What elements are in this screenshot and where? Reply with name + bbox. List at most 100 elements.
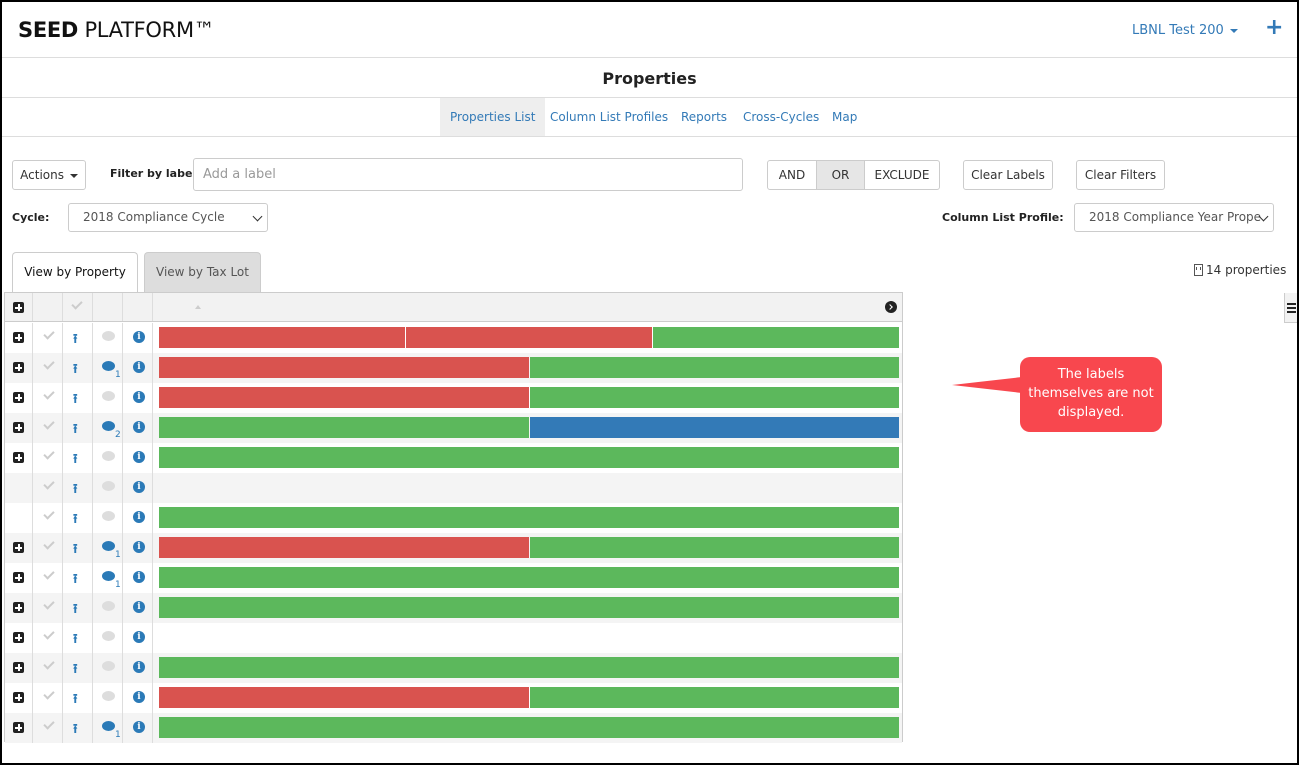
tab-column-list-profiles[interactable]: Column List Profiles: [540, 98, 678, 136]
notes-icon[interactable]: [102, 331, 115, 341]
label-filter-input[interactable]: Add a label: [193, 158, 743, 191]
hierarchy-icon[interactable]: ⭱: [73, 600, 78, 622]
hierarchy-icon[interactable]: ⭱: [73, 360, 78, 382]
table-row[interactable]: ⭱ i: [5, 653, 902, 683]
notes-icon[interactable]: [102, 541, 115, 551]
expand-row-icon[interactable]: [13, 422, 24, 433]
info-icon[interactable]: i: [133, 541, 145, 553]
column-profile-select[interactable]: 2018 Compliance Year Prope: [1074, 203, 1274, 232]
hierarchy-icon[interactable]: ⭱: [73, 480, 78, 502]
label-bar-green[interactable]: [159, 447, 899, 468]
clear-labels-button[interactable]: Clear Labels: [963, 160, 1053, 190]
label-bar-green[interactable]: [529, 537, 899, 558]
tab-reports[interactable]: Reports: [671, 98, 737, 136]
info-icon[interactable]: i: [133, 421, 145, 433]
exclude-button[interactable]: EXCLUDE: [865, 161, 939, 189]
label-bar-green[interactable]: [159, 567, 899, 588]
hierarchy-icon[interactable]: ⭱: [73, 420, 78, 442]
label-bar-red[interactable]: [159, 387, 529, 408]
table-row[interactable]: ⭱ i: [5, 623, 902, 653]
notes-icon[interactable]: [102, 451, 115, 461]
table-row[interactable]: ⭱ 1 i: [5, 353, 902, 383]
label-bar-green[interactable]: [159, 717, 899, 738]
table-row[interactable]: ⭱ i: [5, 473, 902, 503]
expand-all-icon[interactable]: [13, 302, 24, 313]
info-icon[interactable]: i: [133, 571, 145, 583]
hierarchy-icon[interactable]: ⭱: [73, 720, 78, 742]
info-icon[interactable]: i: [133, 691, 145, 703]
info-icon[interactable]: i: [133, 631, 145, 643]
expand-row-icon[interactable]: [13, 632, 24, 643]
notes-icon[interactable]: [102, 661, 115, 671]
label-bar-green[interactable]: [653, 327, 899, 348]
hierarchy-icon[interactable]: ⭱: [73, 510, 78, 532]
table-row[interactable]: ⭱ 1 i: [5, 563, 902, 593]
hierarchy-icon[interactable]: ⭱: [73, 630, 78, 652]
info-icon[interactable]: i: [133, 451, 145, 463]
and-button[interactable]: AND: [768, 161, 817, 189]
info-icon[interactable]: i: [133, 481, 145, 493]
notes-icon[interactable]: [102, 691, 115, 701]
table-row[interactable]: ⭱ i: [5, 323, 902, 353]
table-row[interactable]: ⭱ i: [5, 443, 902, 473]
expand-row-icon[interactable]: [13, 332, 24, 343]
expand-row-icon[interactable]: [13, 602, 24, 613]
tab-properties-list[interactable]: Properties List: [440, 98, 546, 136]
info-icon[interactable]: i: [133, 391, 145, 403]
tab-cross-cycles[interactable]: Cross-Cycles: [733, 98, 829, 136]
label-bar-green[interactable]: [159, 597, 899, 618]
notes-icon[interactable]: [102, 601, 115, 611]
info-icon[interactable]: i: [133, 721, 145, 733]
label-bar-red[interactable]: [159, 357, 529, 378]
info-icon[interactable]: i: [133, 331, 145, 343]
label-bar-green[interactable]: [159, 417, 529, 438]
hierarchy-icon[interactable]: ⭱: [73, 330, 78, 352]
hierarchy-icon[interactable]: ⭱: [73, 390, 78, 412]
hierarchy-icon[interactable]: ⭱: [73, 690, 78, 712]
notes-icon[interactable]: [102, 391, 115, 401]
expand-row-icon[interactable]: [13, 542, 24, 553]
table-row[interactable]: ⭱ 1 i: [5, 533, 902, 563]
cycle-select[interactable]: 2018 Compliance Cycle: [68, 203, 268, 232]
info-icon[interactable]: i: [133, 601, 145, 613]
table-row[interactable]: ⭱ i: [5, 593, 902, 623]
notes-icon[interactable]: [102, 421, 115, 431]
or-button[interactable]: OR: [817, 161, 865, 189]
hierarchy-icon[interactable]: ⭱: [73, 540, 78, 562]
info-icon[interactable]: i: [133, 661, 145, 673]
label-bar-red[interactable]: [159, 687, 529, 708]
tab-view-by-property[interactable]: View by Property: [12, 252, 138, 292]
column-scroll-icon[interactable]: [885, 301, 897, 313]
table-row[interactable]: ⭱ i: [5, 383, 902, 413]
expand-row-icon[interactable]: [13, 722, 24, 733]
label-bar-green[interactable]: [529, 357, 899, 378]
clear-filters-button[interactable]: Clear Filters: [1076, 160, 1165, 190]
expand-row-icon[interactable]: [13, 572, 24, 583]
table-row[interactable]: ⭱ 1 i: [5, 713, 902, 743]
expand-row-icon[interactable]: [13, 362, 24, 373]
hierarchy-icon[interactable]: ⭱: [73, 660, 78, 682]
notes-icon[interactable]: [102, 721, 115, 731]
hierarchy-icon[interactable]: ⭱: [73, 450, 78, 472]
expand-row-icon[interactable]: [13, 452, 24, 463]
tab-view-by-tax-lot[interactable]: View by Tax Lot: [144, 252, 261, 292]
expand-row-icon[interactable]: [13, 692, 24, 703]
tab-map[interactable]: Map: [822, 98, 867, 136]
expand-row-icon[interactable]: [13, 662, 24, 673]
notes-icon[interactable]: [102, 361, 115, 371]
hierarchy-icon[interactable]: ⭱: [73, 570, 78, 592]
actions-button[interactable]: Actions: [12, 160, 86, 190]
label-bar-red[interactable]: [406, 327, 652, 348]
plus-icon[interactable]: +: [1265, 17, 1283, 39]
label-bar-blue[interactable]: [529, 417, 899, 438]
label-bar-green[interactable]: [159, 657, 899, 678]
info-icon[interactable]: i: [133, 361, 145, 373]
brand-logo[interactable]: SEED PLATFORM™: [18, 18, 215, 42]
sort-icon[interactable]: [195, 305, 201, 309]
label-bar-green[interactable]: [529, 687, 899, 708]
notes-icon[interactable]: [102, 571, 115, 581]
label-bar-green[interactable]: [159, 507, 899, 528]
notes-icon[interactable]: [102, 481, 115, 491]
org-dropdown[interactable]: LBNL Test 200: [1132, 23, 1238, 38]
info-icon[interactable]: i: [133, 511, 145, 523]
